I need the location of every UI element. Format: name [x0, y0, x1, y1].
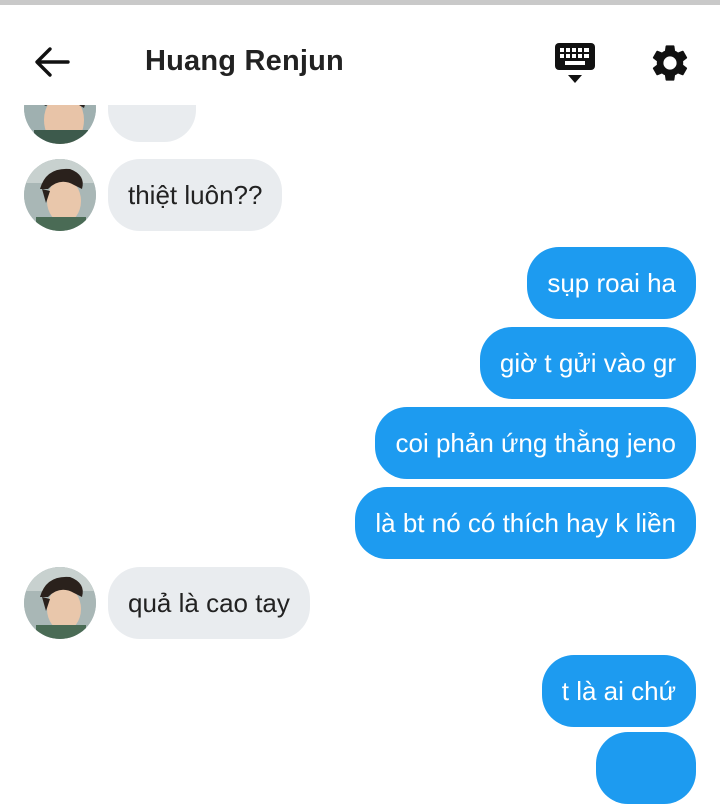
- gear-icon: [648, 45, 692, 89]
- page-title: Huang Renjun: [145, 45, 344, 77]
- chat-header: Huang Renjun: [0, 5, 720, 105]
- message-text: quả là cao tay: [128, 588, 290, 618]
- message-text: thiệt luôn??: [128, 180, 263, 210]
- message-bubble-incoming: quả là cao tay: [108, 567, 310, 639]
- back-button[interactable]: [32, 42, 80, 82]
- message-bubble-outgoing: t là ai chứ: [541, 655, 696, 727]
- message-bubble-outgoing: sụp roai ha: [527, 247, 696, 319]
- message-bubble-outgoing: là bt nó có thích hay k liền: [355, 487, 696, 559]
- message-bubble-outgoing: coi phản ứng thằng jeno: [375, 407, 696, 479]
- message-text: sụp roai ha: [547, 268, 676, 298]
- message-text: giờ t gửi vào gr: [499, 348, 676, 378]
- message-list[interactable]: thiệt luôn?? sụp roai ha giờ t gửi vào g…: [0, 0, 720, 804]
- message-bubble-incoming: thiệt luôn??: [108, 159, 283, 231]
- settings-button[interactable]: [648, 41, 696, 89]
- message-text: coi phản ứng thằng jeno: [395, 428, 676, 458]
- keyboard-button[interactable]: [552, 40, 600, 88]
- arrow-left-icon: [32, 47, 72, 86]
- message-text: t là ai chứ: [561, 676, 676, 706]
- message-text: là bt nó có thích hay k liền: [375, 508, 676, 538]
- keyboard-icon: [552, 43, 598, 90]
- message-bubble-outgoing: [596, 732, 696, 804]
- message-bubble-outgoing: giờ t gửi vào gr: [479, 327, 696, 399]
- avatar[interactable]: [24, 159, 96, 231]
- avatar[interactable]: [24, 567, 96, 639]
